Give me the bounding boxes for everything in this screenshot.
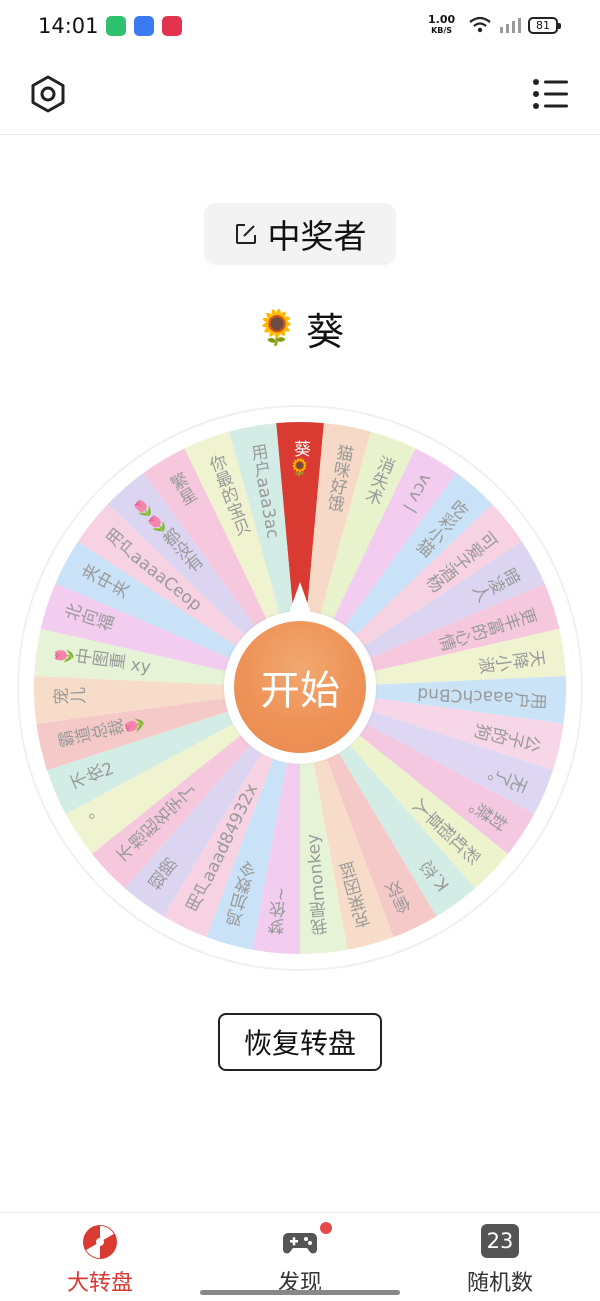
winner-name-text: 葵 bbox=[306, 309, 345, 354]
net-speed-value: 1.00 bbox=[428, 13, 456, 26]
wheel-pointer bbox=[288, 582, 312, 616]
battery-app-icon bbox=[106, 16, 126, 36]
wifi-icon bbox=[469, 16, 491, 33]
start-button-label: 开始 bbox=[260, 668, 340, 714]
status-bar: 14:01 1.00 KB/S 81 bbox=[0, 0, 600, 54]
wheel-segment-label: 宠儿 bbox=[52, 687, 87, 709]
signal-icon bbox=[500, 18, 521, 33]
list-menu-icon[interactable] bbox=[532, 76, 570, 112]
browser-app-icon bbox=[134, 16, 154, 36]
nav-tab-wheel[interactable]: 大转盘 bbox=[0, 1213, 200, 1301]
home-indicator[interactable] bbox=[200, 1290, 400, 1295]
reset-wheel-label: 恢复转盘 bbox=[243, 1027, 356, 1060]
winner-result: 🌻 葵 bbox=[0, 302, 600, 354]
gamepad-icon bbox=[283, 1233, 317, 1254]
settings-hexagon-icon[interactable] bbox=[28, 74, 68, 114]
nav-label-wheel: 大转盘 bbox=[66, 1271, 133, 1296]
wheel-segment-label: 葵🌻 bbox=[290, 440, 311, 478]
start-button[interactable]: 开始 bbox=[234, 621, 366, 753]
reset-wheel-button[interactable]: 恢复转盘 bbox=[218, 1013, 382, 1071]
edit-icon bbox=[235, 224, 256, 244]
net-speed-unit: KB/S bbox=[431, 26, 453, 35]
nav-label-random: 随机数 bbox=[466, 1271, 533, 1296]
number-icon: 23 bbox=[481, 1224, 519, 1258]
nav-tab-discover[interactable]: 发现 bbox=[200, 1213, 400, 1301]
edit-winner-button[interactable]: 中奖者 bbox=[204, 203, 396, 265]
winner-label: 中奖者 bbox=[267, 217, 367, 256]
clock: 14:01 bbox=[38, 14, 99, 38]
network-speed: 1.00 KB/S bbox=[428, 14, 455, 36]
top-bar bbox=[0, 54, 600, 135]
battery-indicator: 81 bbox=[528, 17, 561, 34]
sunflower-icon: 🌻 bbox=[255, 308, 299, 348]
wheel-icon bbox=[83, 1225, 117, 1259]
notification-dot bbox=[320, 1222, 332, 1234]
shopping-app-icon bbox=[162, 16, 182, 36]
